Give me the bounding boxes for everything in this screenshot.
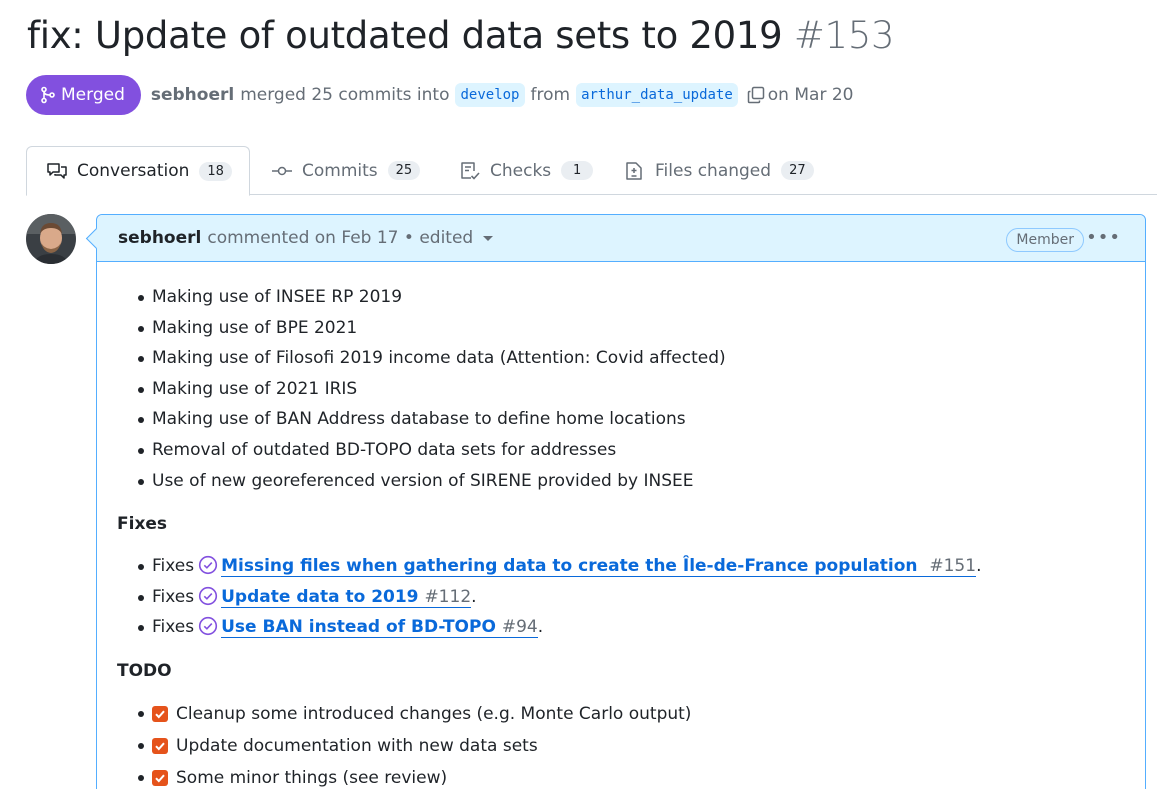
tab-commits[interactable]: Commits 25 xyxy=(271,146,421,195)
tab-conversation-count: 18 xyxy=(199,161,232,181)
fix-prefix: Fixes xyxy=(152,556,195,577)
tab-files-changed[interactable]: Files changed 27 xyxy=(624,146,814,195)
pr-number: #153 xyxy=(793,14,895,57)
issue-closed-icon xyxy=(199,556,218,575)
issue-closed-icon xyxy=(199,617,218,636)
fixes-heading: Fixes xyxy=(117,514,168,535)
file-diff-icon xyxy=(626,161,642,180)
comment-author-link[interactable]: sebhoerl xyxy=(118,228,201,248)
fix-suffix: . xyxy=(976,556,982,577)
git-commit-icon xyxy=(272,166,292,175)
tab-files-changed-label: Files changed xyxy=(655,160,772,181)
check-icon xyxy=(155,742,165,751)
task-checkbox[interactable] xyxy=(152,705,168,722)
task-checkbox[interactable] xyxy=(152,769,168,786)
pr-title: fix: Update of outdated data sets to 201… xyxy=(27,14,895,57)
list-item: Fixes Missing files when gathering data t… xyxy=(133,551,1125,582)
comment-card: sebhoerl commented on Feb 17 • edited Me… xyxy=(96,214,1146,789)
issue-closed-icon xyxy=(199,586,218,605)
check-icon xyxy=(155,710,165,719)
avatar[interactable] xyxy=(26,214,76,264)
fix-suffix: . xyxy=(537,617,544,638)
list-item: Fixes Use BAN instead of BD-TOPO #94. xyxy=(133,612,1125,643)
list-item: Making use of 2021 IRIS xyxy=(133,374,1125,405)
tab-checks-label: Checks xyxy=(490,160,552,181)
tab-checks[interactable]: Checks 1 xyxy=(459,146,594,195)
tab-checks-count: 1 xyxy=(561,161,594,180)
from-text: from xyxy=(530,85,571,105)
merge-date: on Mar 20 xyxy=(767,85,854,105)
task-label: Cleanup some introduced changes (e.g. Mo… xyxy=(176,703,692,724)
list-item: Making use of INSEE RP 2019 xyxy=(133,282,1125,313)
merge-text: merged 25 commits into xyxy=(240,85,450,105)
comment-meta: commented on Feb 17 • edited xyxy=(207,228,474,248)
issue-title: Use BAN instead of BD-TOPO xyxy=(221,617,496,638)
list-item: Making use of BPE 2021 xyxy=(133,313,1125,344)
todo-list: Cleanup some introduced changes (e.g. Mo… xyxy=(133,698,1125,789)
issue-number: #151 xyxy=(929,556,977,577)
chevron-down-icon[interactable] xyxy=(483,235,494,241)
tab-commits-count: 25 xyxy=(387,161,421,180)
merged-status-badge: Merged xyxy=(26,75,141,115)
changes-list: Making use of INSEE RP 2019 Making use o… xyxy=(133,282,1125,496)
issue-link[interactable]: Update data to 2019 #112 xyxy=(221,586,472,608)
head-branch-link[interactable]: arthur_data_update xyxy=(576,83,738,107)
tab-commits-label: Commits xyxy=(302,160,378,181)
list-item: Making use of Filosofi 2019 income data … xyxy=(133,343,1125,374)
git-merge-icon xyxy=(41,86,55,104)
comment-header: sebhoerl commented on Feb 17 • edited Me… xyxy=(97,215,1145,262)
pr-meta: Merged sebhoerl merged 25 commits into d… xyxy=(26,75,853,115)
todo-heading: TODO xyxy=(117,660,172,681)
issue-number: #112 xyxy=(424,586,472,607)
check-icon xyxy=(155,774,165,783)
fix-prefix: Fixes xyxy=(152,617,195,638)
kebab-horizontal-icon[interactable]: ••• xyxy=(1086,229,1121,247)
task-item: Some minor things (see review) xyxy=(133,762,1125,789)
fix-suffix: . xyxy=(471,586,477,607)
task-checkbox[interactable] xyxy=(152,737,168,754)
base-branch-link[interactable]: develop xyxy=(455,83,525,107)
list-item: Use of new georeferenced version of SIRE… xyxy=(133,466,1125,497)
member-badge: Member xyxy=(1006,228,1084,252)
fixes-list: Fixes Missing files when gathering data t… xyxy=(133,551,1125,643)
merged-status-label: Merged xyxy=(61,85,125,105)
task-item: Update documentation with new data sets xyxy=(133,730,1125,762)
list-item: Fixes Update data to 2019 #112. xyxy=(133,582,1125,613)
checklist-icon xyxy=(461,161,480,180)
pr-author-link[interactable]: sebhoerl xyxy=(151,85,234,105)
issue-number: #94 xyxy=(501,617,538,638)
pr-tabs: Conversation 18 Commits 25 Checks 1 File… xyxy=(26,146,1157,196)
comment-body: Making use of INSEE RP 2019 Making use o… xyxy=(97,262,1145,789)
task-label: Some minor things (see review) xyxy=(176,767,448,788)
task-label: Update documentation with new data sets xyxy=(176,735,538,756)
task-item: Cleanup some introduced changes (e.g. Mo… xyxy=(133,698,1125,730)
list-item: Removal of outdated BD-TOPO data sets fo… xyxy=(133,435,1125,466)
issue-link[interactable]: Use BAN instead of BD-TOPO #94 xyxy=(221,617,538,639)
issue-title: Update data to 2019 xyxy=(221,586,419,607)
tab-files-changed-count: 27 xyxy=(781,161,814,180)
tab-conversation[interactable]: Conversation 18 xyxy=(26,146,250,196)
pr-title-text: fix: Update of outdated data sets to 201… xyxy=(27,14,783,57)
tab-conversation-label: Conversation xyxy=(77,161,190,181)
issue-title: Missing files when gathering data to cre… xyxy=(221,556,918,577)
list-item: Making use of BAN Address database to de… xyxy=(133,404,1125,435)
comment-discussion-icon xyxy=(47,163,67,179)
fix-prefix: Fixes xyxy=(152,586,195,607)
copy-icon[interactable] xyxy=(746,85,766,105)
issue-link[interactable]: Missing files when gathering data to cre… xyxy=(221,556,977,578)
